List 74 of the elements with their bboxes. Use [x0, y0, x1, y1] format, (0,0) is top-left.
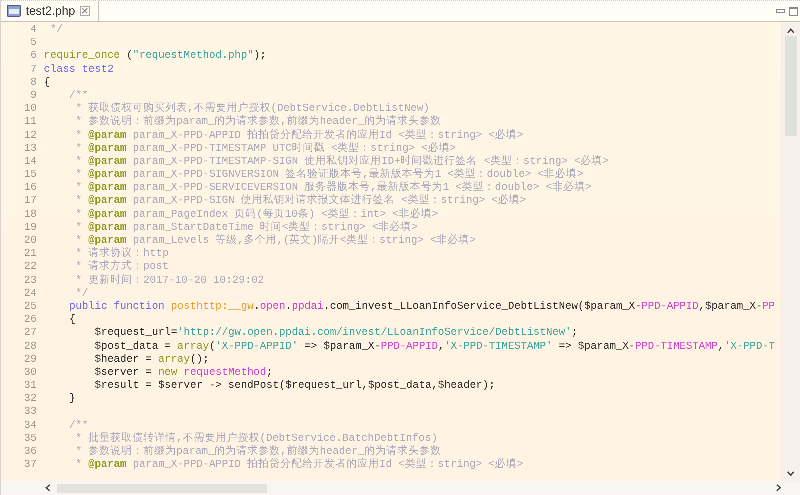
minimize-icon[interactable]: [776, 8, 785, 14]
line-number: 14: [23, 156, 38, 170]
line-number: 12: [23, 130, 38, 143]
code-line: * 获取债权可购买列表,不需要用户授权(DebtService.DebtListNew): [74, 103, 430, 116]
line-number: 31: [23, 380, 38, 394]
line-number: 24: [23, 288, 38, 301]
code-line: * 请求方式：post: [74, 261, 169, 274]
code-line: * 批量获取债转详情,不需要用户授权(DebtService.BatchDebtInfos): [74, 432, 438, 445]
line-number: 20: [23, 235, 38, 248]
line-number: 30: [23, 366, 38, 380]
line-number: 21: [23, 248, 38, 262]
code-line: {: [68, 314, 76, 328]
line-number: 10: [23, 103, 38, 116]
scroll-right-icon[interactable]: [776, 484, 782, 492]
code-line: */: [49, 24, 64, 38]
code-line: class test2: [44, 64, 114, 77]
scroll-down-icon[interactable]: [787, 471, 795, 477]
line-number: 4: [30, 24, 38, 38]
code-line: $post_data = array('X-PPD-APPID' => $param_X-PPD-APPID,'X-PPD-TIMESTAMP' => $param_X-PPD-TIMESTAMP,'X-PPD-T: [94, 340, 776, 354]
code-line: * @param param_X-PPD-SERVICEVERSION 服务器版本号,最新版本号为1 <类型：double> <非必填>: [74, 182, 592, 194]
line-number: 27: [23, 327, 38, 340]
line-number: 26: [23, 314, 38, 328]
line-number: 6: [30, 50, 38, 64]
code-line: $request_url='http://gw.open.ppdai.com/invest/LLoanInfoService/DebtListNew';: [94, 327, 578, 340]
line-number: 35: [23, 432, 38, 446]
scroll-left-icon[interactable]: [45, 484, 51, 492]
code-line: public function posthttp:__gw.open.ppdai.com_invest_LLoanInfoService_DebtListNew($param_X-PPD-APPID,$param_X-PP: [68, 300, 776, 314]
close-icon[interactable]: [80, 6, 90, 16]
code-line: * 更新时间：2017-10-20 10:29:02: [74, 274, 264, 288]
line-number: 13: [23, 142, 38, 156]
line-number: 16: [23, 182, 38, 196]
maximize-icon[interactable]: [789, 6, 798, 16]
line-number: 37: [23, 459, 38, 472]
line-number: 25: [23, 300, 38, 314]
code-line: $header = array();: [94, 354, 210, 367]
php-file-icon: [7, 5, 21, 17]
line-number: 23: [23, 274, 38, 288]
code-line: $result = $server -> sendPost($request_url,$post_data,$header);: [94, 380, 496, 394]
code-line: * @param param_X-PPD-SIGNVERSION 签名验证版本号,最新版本号为1 <类型：double> <非必填>: [74, 169, 584, 182]
line-number: 32: [23, 393, 38, 406]
line-number: 17: [23, 195, 38, 209]
line-number: 5: [30, 37, 38, 50]
code-line: /**: [68, 90, 89, 102]
code-line: }: [68, 393, 76, 406]
line-number: 11: [23, 116, 38, 130]
line-number: 18: [23, 208, 38, 222]
code-line: * 参数说明：前缀为param_的为请求参数,前缀为header_的为请求头参数: [74, 116, 442, 129]
code-line: * @param param_X-PPD-APPID 拍拍贷分配给开发者的应用Id <类型：string> <必填>: [74, 459, 524, 472]
code-line: * @param param_StartDateTime 时间<类型：string> <非必填>: [74, 222, 418, 234]
code-line: * @param param_X-PPD-SIGN 使用私钥对请求报文体进行签名 <类型：string> <必填>: [74, 195, 526, 208]
code-line: * @param param_Levels 等级,多个用,(英文)隔开<类型：string> <非必填>: [74, 235, 476, 247]
line-number: 22: [23, 261, 38, 275]
line-number: 28: [23, 340, 38, 354]
line-number: 7: [30, 64, 38, 77]
line-number: 19: [23, 222, 38, 235]
line-number: 33: [23, 406, 38, 420]
code-line: /**: [68, 420, 89, 432]
line-number: 9: [30, 90, 38, 104]
code-line: */: [74, 288, 89, 301]
code-line: {: [44, 76, 50, 90]
code-line: require_once ("requestMethod.php");: [44, 50, 267, 64]
code-line: * @param param_X-PPD-TIMESTAMP UTC时间戳 <类型：string> <必填>: [74, 142, 456, 155]
line-number: 34: [23, 420, 38, 433]
line-number: 15: [23, 169, 38, 182]
code-line: * @param param_PageIndex 页码(每页10条) <类型：int> <非必填>: [74, 208, 438, 221]
line-number: 36: [23, 446, 38, 460]
code-line: * 请求协议：http: [74, 248, 169, 260]
code-line: * 参数说明：前缀为param_的为请求参数,前缀为header_的为请求头参数: [74, 446, 442, 458]
scroll-up-icon[interactable]: [787, 28, 795, 34]
line-number: 8: [30, 76, 38, 90]
code-line: * @param param_X-PPD-TIMESTAMP-SIGN 使用私钥对应用ID+时间戳进行签名 <类型：string> <必填>: [74, 156, 610, 168]
line-number: 29: [23, 354, 38, 367]
code-line: $server = new requestMethod;: [94, 366, 273, 380]
code-line: * @param param_X-PPD-APPID 拍拍贷分配给开发者的应用Id <类型：string> <必填>: [74, 130, 524, 142]
